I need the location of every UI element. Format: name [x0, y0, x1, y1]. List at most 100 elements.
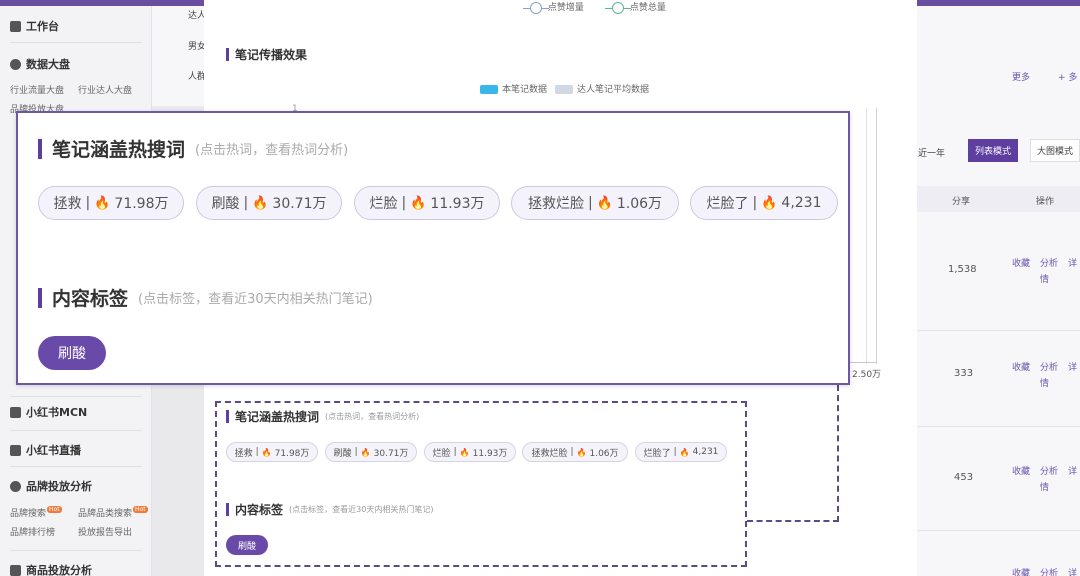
title-text: 笔记传播效果	[235, 48, 308, 62]
sidebar-item-label: 品牌投放分析	[26, 480, 92, 493]
detail-link[interactable]: 详	[1068, 256, 1077, 269]
chart-gridline	[876, 108, 877, 364]
chip-value: 11.93万	[472, 448, 508, 459]
connector-line	[747, 520, 839, 522]
legend-like-total[interactable]: 点赞总量	[605, 0, 666, 14]
analysis-link[interactable]: 分析	[1040, 566, 1058, 576]
title-bar	[226, 410, 229, 423]
chip-word: 烂脸了	[706, 196, 749, 212]
favorite-link[interactable]: 收藏	[1012, 256, 1030, 269]
detail-link[interactable]: 详	[1068, 566, 1077, 576]
legend-kol-avg[interactable]: 达人笔记平均数据	[555, 82, 649, 95]
analysis-link[interactable]: 分析	[1040, 256, 1058, 269]
content-tag-zoom[interactable]: 刷酸	[38, 336, 106, 370]
flame-icon: 🔥	[360, 447, 371, 457]
title-text: 内容标签	[235, 503, 284, 517]
highlight-dashed-box	[215, 401, 747, 567]
favorite-link[interactable]: 收藏	[1012, 360, 1030, 373]
ring-marker-icon	[523, 1, 549, 14]
sidebar-link-brand-category-search[interactable]: 品牌品类搜索 Hot	[78, 506, 148, 519]
sidebar-item-workbench[interactable]: 工作台	[10, 18, 59, 34]
list-mode-button[interactable]: 列表模式	[968, 139, 1019, 162]
sidebar-item-brand-analysis[interactable]: 品牌投放分析	[10, 478, 92, 494]
chip-word: 拯救	[53, 196, 82, 212]
flame-icon: 🔥	[252, 195, 269, 211]
sidebar-item-data-dashboard[interactable]: 数据大盘	[10, 56, 70, 72]
hotword-chip[interactable]: 拯救 | 🔥 71.98万	[226, 442, 318, 462]
divider	[10, 42, 142, 43]
detail-link-cont[interactable]: 情	[1040, 376, 1049, 389]
sidebar-item-label: 小红书MCN	[26, 406, 88, 419]
sidebar-link-industry-kol[interactable]: 行业达人大盘	[78, 83, 132, 96]
chart-axis	[850, 362, 876, 363]
chip-word: 烂脸了	[643, 448, 671, 459]
hotword-chip-zoom[interactable]: 烂脸了 | 🔥 4,231	[690, 186, 838, 220]
sidebar-link-brand-search[interactable]: 品牌搜索 Hot	[10, 506, 62, 519]
chip-word: 烂脸	[369, 196, 398, 212]
title-bar	[38, 138, 42, 159]
hotwords-section-title-small: 笔记涵盖热搜词 (点击热词，查看热词分析)	[226, 408, 419, 425]
detail-link-cont[interactable]: 情	[1040, 480, 1049, 493]
hotword-chip[interactable]: 刷酸 | 🔥 30.71万	[325, 442, 417, 462]
chip-word: 刷酸	[333, 448, 352, 459]
background-filter-area	[152, 6, 204, 106]
add-more-link[interactable]: + 多	[1058, 70, 1077, 83]
analysis-link[interactable]: 分析	[1040, 464, 1058, 477]
detail-link-cont[interactable]: 情	[1040, 272, 1049, 285]
grid-icon	[10, 20, 21, 32]
legend-this-note[interactable]: 本笔记数据	[480, 82, 547, 95]
flame-icon: 🔥	[761, 195, 778, 211]
link-label: 品牌品类搜索	[78, 509, 133, 519]
chip-value: 71.98万	[274, 448, 310, 459]
grid-mode-button[interactable]: 大图模式	[1030, 139, 1080, 162]
content-tag[interactable]: 刷酸	[226, 535, 268, 555]
title-bar	[226, 48, 229, 61]
hot-badge: Hot	[133, 506, 148, 513]
chip-sep: |	[255, 447, 259, 457]
time-filter-year[interactable]: 近一年	[918, 146, 945, 159]
chip-sep: |	[453, 447, 457, 457]
favorite-link[interactable]: 收藏	[1012, 464, 1030, 477]
hotword-chip-zoom[interactable]: 烂脸 | 🔥 11.93万	[354, 186, 500, 220]
spread-section-title: 笔记传播效果	[226, 46, 307, 63]
link-label: 品牌搜索	[10, 509, 47, 519]
legend-like-add[interactable]: 点赞增量	[523, 0, 584, 14]
sidebar-item-mcn[interactable]: 小红书MCN	[10, 404, 87, 420]
chip-sep: |	[401, 195, 407, 211]
hotword-chip-zoom[interactable]: 刷酸 | 🔥 30.71万	[196, 186, 342, 220]
sidebar-link-report-export[interactable]: 投放报告导出	[78, 525, 132, 538]
hotword-chip[interactable]: 烂脸 | 🔥 11.93万	[424, 442, 516, 462]
hotword-chip[interactable]: 烂脸了 | 🔥 4,231	[635, 442, 727, 462]
connector-line	[837, 385, 839, 522]
sidebar-item-label: 小红书直播	[26, 444, 81, 457]
favorite-link[interactable]: 收藏	[1012, 566, 1030, 576]
hotword-chip[interactable]: 拯救烂脸 | 🔥 1.06万	[522, 442, 628, 462]
chip-value: 11.93万	[430, 196, 485, 212]
share-count: 333	[954, 368, 974, 379]
title-hint: (点击标签，查看近30天内相关热门笔记)	[289, 505, 434, 514]
sidebar-item-live[interactable]: 小红书直播	[10, 442, 81, 458]
detail-link[interactable]: 详	[1068, 360, 1077, 373]
chip-sep: |	[587, 195, 593, 211]
flame-icon: 🔥	[596, 195, 613, 211]
chip-value: 30.71万	[373, 448, 409, 459]
tags-section-title: 内容标签 (点击标签，查看近30天内相关热门笔记)	[38, 284, 373, 311]
title-text: 笔记涵盖热搜词	[235, 410, 320, 424]
axis-tick: 2.50万	[852, 370, 882, 380]
more-link[interactable]: 更多	[1012, 70, 1030, 83]
sidebar-item-product-analysis[interactable]: 商品投放分析	[10, 562, 92, 576]
chip-sep: |	[243, 195, 249, 211]
sidebar-item-label: 数据大盘	[26, 58, 70, 71]
divider	[10, 396, 142, 397]
detail-link[interactable]: 详	[1068, 464, 1077, 477]
title-bar	[38, 287, 42, 308]
chip-sep: |	[85, 195, 91, 211]
hotword-chip-zoom[interactable]: 拯救烂脸 | 🔥 1.06万	[511, 186, 679, 220]
column-header-share: 分享	[952, 197, 971, 207]
hotword-chip-zoom[interactable]: 拯救 | 🔥 71.98万	[38, 186, 184, 220]
sidebar-link-industry-flow[interactable]: 行业流量大盘	[10, 83, 64, 96]
sidebar-link-brand-rank[interactable]: 品牌排行榜	[10, 525, 55, 538]
analysis-link[interactable]: 分析	[1040, 360, 1058, 373]
chip-word: 刷酸	[211, 196, 240, 212]
chip-sep: |	[673, 447, 677, 457]
